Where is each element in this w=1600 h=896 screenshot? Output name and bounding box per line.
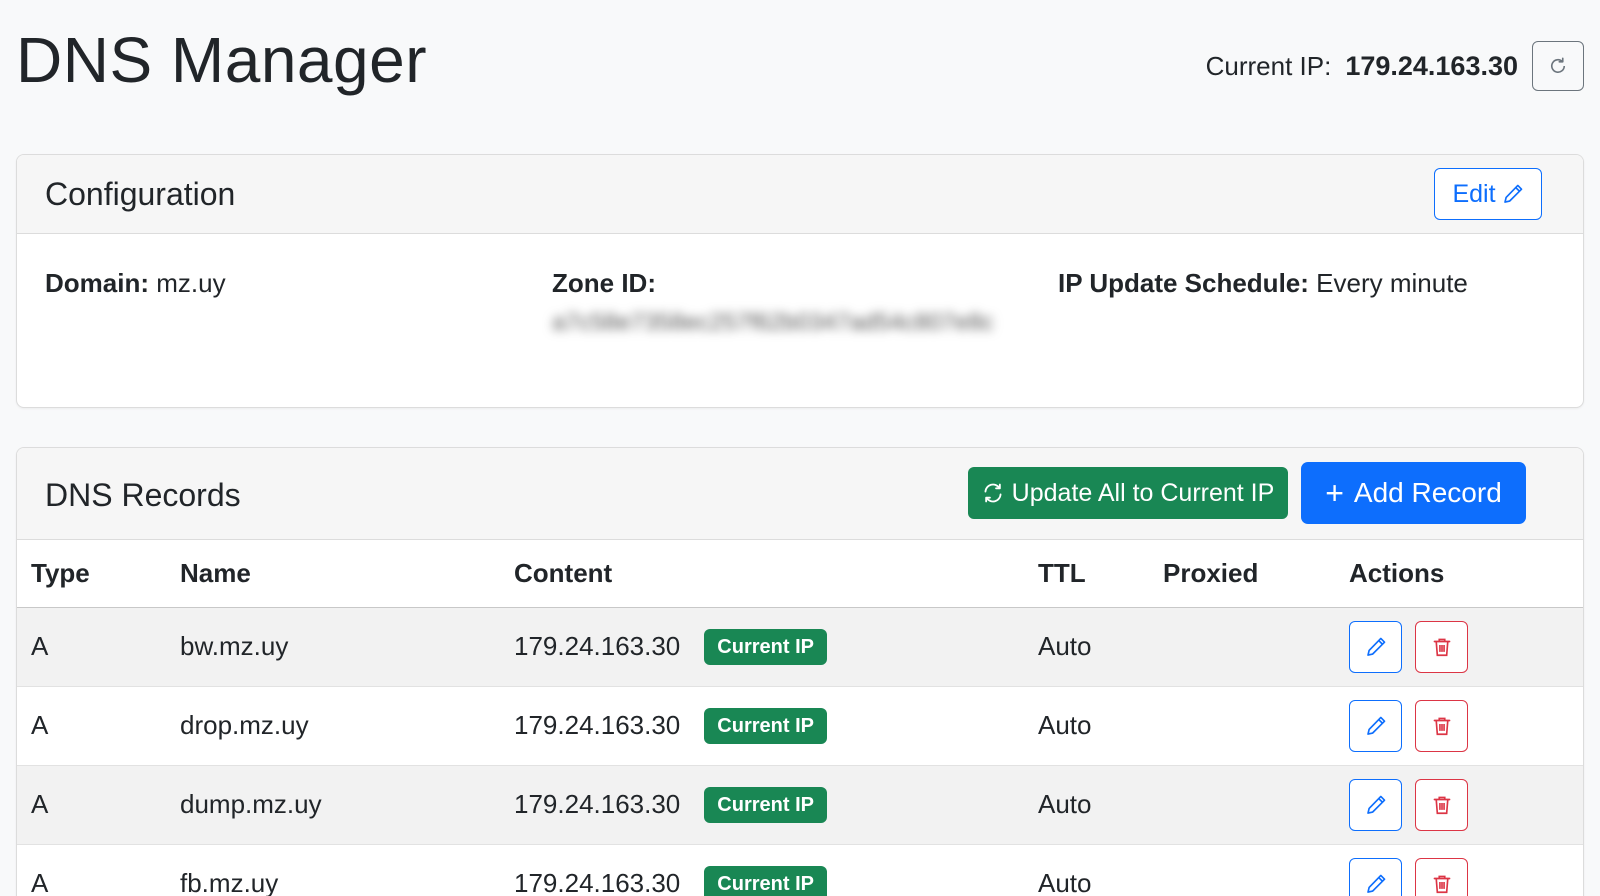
- pencil-icon: [1366, 795, 1385, 814]
- sync-icon: [984, 483, 1002, 503]
- record-actions: [1349, 765, 1583, 844]
- column-header-actions: Actions: [1349, 540, 1583, 607]
- table-row: A drop.mz.uy 179.24.163.30 Current IP Au…: [17, 686, 1583, 765]
- configuration-header: Configuration Edit: [17, 155, 1583, 234]
- current-ip-label: Current IP:: [1205, 50, 1332, 81]
- delete-record-button[interactable]: [1415, 699, 1468, 752]
- record-content-cell: 179.24.163.30 Current IP: [514, 686, 1038, 765]
- column-header-content[interactable]: Content: [514, 540, 1038, 607]
- dns-records-card: DNS Records Update All to Current IP + A…: [16, 447, 1584, 896]
- schedule-value: Every minute: [1316, 268, 1468, 298]
- record-content: 179.24.163.30: [514, 631, 681, 661]
- trash-icon: [1433, 638, 1450, 656]
- configuration-title: Configuration: [45, 176, 236, 212]
- record-name: dump.mz.uy: [180, 789, 322, 819]
- current-ip-display: Current IP: 179.24.163.30: [1206, 40, 1584, 92]
- column-header-type[interactable]: Type: [17, 540, 180, 607]
- configuration-body: Domain: mz.uy Zone ID: a7c58e7358ec257f6…: [17, 234, 1583, 406]
- domain-label: Domain:: [45, 268, 149, 298]
- trash-icon: [1433, 875, 1450, 893]
- table-row: A fb.mz.uy 179.24.163.30 Current IP Auto: [17, 844, 1583, 896]
- record-actions: [1349, 686, 1583, 765]
- dns-records-header: DNS Records Update All to Current IP + A…: [17, 448, 1583, 540]
- record-content: 179.24.163.30: [514, 789, 681, 819]
- record-actions: [1349, 844, 1583, 896]
- refresh-icon: [1550, 57, 1566, 74]
- edit-config-label: Edit: [1452, 179, 1496, 208]
- pencil-icon: [1503, 184, 1522, 203]
- edit-record-button[interactable]: [1349, 778, 1402, 831]
- column-header-name[interactable]: Name: [180, 540, 514, 607]
- delete-record-button[interactable]: [1415, 620, 1468, 673]
- record-type: A: [31, 631, 49, 661]
- record-type: A: [31, 710, 49, 740]
- refresh-ip-button[interactable]: [1532, 41, 1584, 91]
- record-name: fb.mz.uy: [180, 868, 279, 896]
- schedule-label: IP Update Schedule:: [1058, 268, 1309, 298]
- configuration-card: Configuration Edit Domain: mz.uy Zone ID…: [16, 154, 1584, 408]
- update-all-label: Update All to Current IP: [1011, 478, 1275, 507]
- current-ip-value: 179.24.163.30: [1345, 50, 1518, 81]
- record-ttl: Auto: [1038, 710, 1092, 740]
- zone-id-field: Zone ID: a7c58e7358ec257f62b0347ad54c807…: [552, 264, 1012, 342]
- add-record-label: Add Record: [1353, 477, 1502, 508]
- domain-value: mz.uy: [156, 268, 226, 298]
- delete-record-button[interactable]: [1415, 857, 1468, 896]
- schedule-field: IP Update Schedule: Every minute: [1058, 264, 1468, 302]
- record-ttl: Auto: [1038, 631, 1092, 661]
- dns-manager-page: DNS Manager Current IP: 179.24.163.30 Co…: [0, 0, 1600, 896]
- record-content: 179.24.163.30: [514, 710, 681, 740]
- record-content-cell: 179.24.163.30 Current IP: [514, 765, 1038, 844]
- record-content-cell: 179.24.163.30 Current IP: [514, 844, 1038, 896]
- current-ip-badge: Current IP: [704, 865, 827, 896]
- column-header-ttl[interactable]: TTL: [1038, 540, 1163, 607]
- record-ttl: Auto: [1038, 868, 1092, 896]
- current-ip-badge: Current IP: [704, 786, 827, 823]
- edit-record-button[interactable]: [1349, 699, 1402, 752]
- current-ip-badge: Current IP: [704, 707, 827, 744]
- record-ttl: Auto: [1038, 789, 1092, 819]
- dns-records-title: DNS Records: [45, 477, 241, 513]
- record-name: drop.mz.uy: [180, 710, 309, 740]
- record-content-cell: 179.24.163.30 Current IP: [514, 607, 1038, 686]
- pencil-icon: [1366, 716, 1385, 735]
- trash-icon: [1433, 796, 1450, 814]
- update-all-button[interactable]: Update All to Current IP: [968, 467, 1288, 519]
- zone-id-value: a7c58e7358ec257f62b0347ad54c807e8c: [552, 309, 994, 336]
- edit-record-button[interactable]: [1349, 857, 1402, 896]
- delete-record-button[interactable]: [1415, 778, 1468, 831]
- table-header-row: Type Name Content TTL Proxied Actions: [17, 540, 1583, 607]
- pencil-icon: [1366, 637, 1385, 656]
- pencil-icon: [1366, 874, 1385, 893]
- record-proxied: [1163, 844, 1349, 896]
- record-proxied: [1163, 686, 1349, 765]
- plus-icon: +: [1325, 475, 1344, 511]
- page-title: DNS Manager: [16, 24, 427, 96]
- dns-records-table: Type Name Content TTL Proxied Actions A …: [17, 540, 1583, 896]
- record-proxied: [1163, 607, 1349, 686]
- record-name: bw.mz.uy: [180, 631, 289, 661]
- record-content: 179.24.163.30: [514, 868, 681, 896]
- domain-field: Domain: mz.uy: [45, 264, 226, 302]
- record-type: A: [31, 868, 49, 896]
- record-type: A: [31, 789, 49, 819]
- add-record-button[interactable]: + Add Record: [1301, 462, 1526, 524]
- record-actions: [1349, 607, 1583, 686]
- edit-record-button[interactable]: [1349, 620, 1402, 673]
- table-row: A dump.mz.uy 179.24.163.30 Current IP Au…: [17, 765, 1583, 844]
- edit-config-button[interactable]: Edit: [1434, 168, 1542, 220]
- zone-id-label: Zone ID:: [552, 268, 656, 298]
- page-header: DNS Manager Current IP: 179.24.163.30: [16, 20, 1584, 110]
- record-proxied: [1163, 765, 1349, 844]
- column-header-proxied[interactable]: Proxied: [1163, 540, 1349, 607]
- trash-icon: [1433, 717, 1450, 735]
- current-ip-badge: Current IP: [704, 628, 827, 665]
- table-row: A bw.mz.uy 179.24.163.30 Current IP Auto: [17, 607, 1583, 686]
